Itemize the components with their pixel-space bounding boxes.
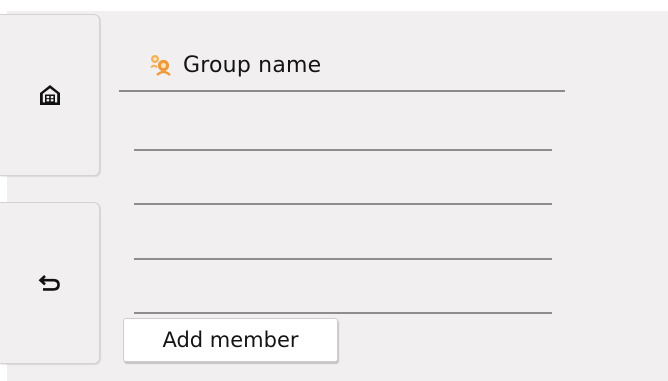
group-title-row[interactable]: Group name <box>147 48 321 82</box>
member-row-2[interactable] <box>134 203 552 205</box>
add-member-button[interactable]: Add member <box>123 318 338 362</box>
group-members-icon <box>150 55 171 76</box>
printer-touch-screen: Group name Add member <box>0 0 668 381</box>
member-row-4[interactable] <box>134 312 552 314</box>
member-row-3[interactable] <box>134 258 552 260</box>
back-arrow-icon <box>38 275 60 291</box>
home-icon <box>39 85 60 105</box>
group-name-title: Group name <box>183 52 322 78</box>
back-button[interactable] <box>0 202 100 364</box>
home-button[interactable] <box>0 14 100 176</box>
member-row-1[interactable] <box>134 149 552 151</box>
title-divider <box>119 90 565 92</box>
